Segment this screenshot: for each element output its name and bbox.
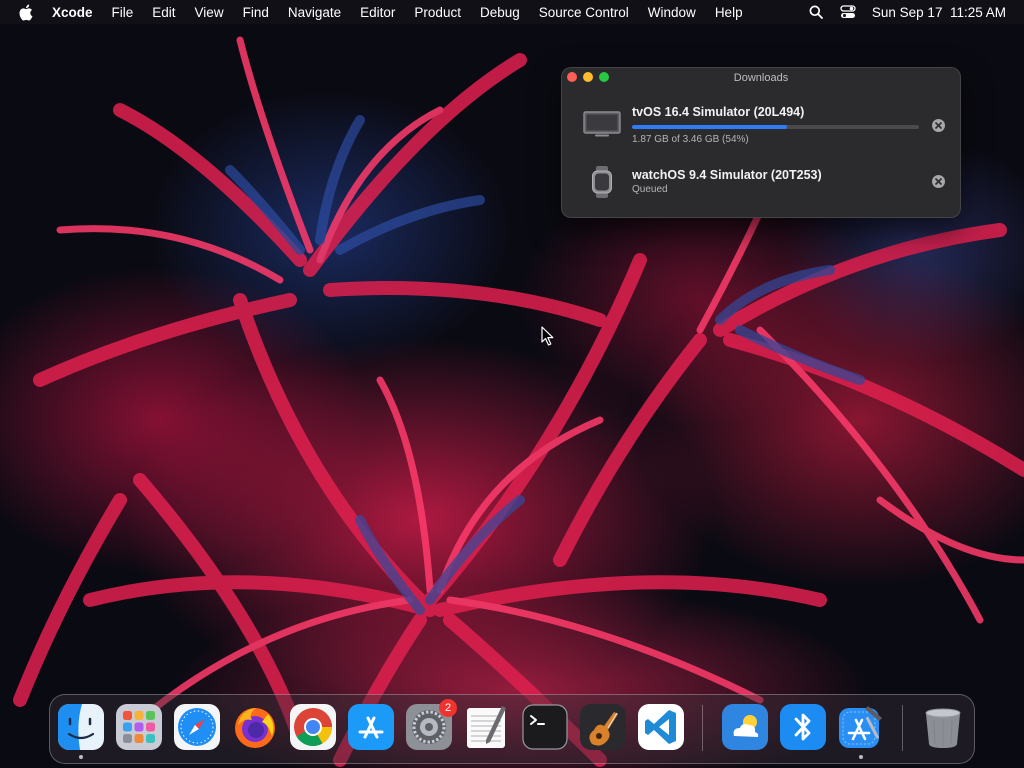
menu-find[interactable]: Find (243, 5, 269, 20)
dock-launchpad[interactable] (116, 704, 162, 750)
download-name: watchOS 9.4 Simulator (20T253) (632, 168, 822, 182)
dock-vscode[interactable] (638, 704, 684, 750)
zoom-window-button[interactable] (599, 72, 609, 82)
menu-debug[interactable]: Debug (480, 5, 520, 20)
window-titlebar[interactable]: Downloads (562, 68, 960, 86)
menu-editor[interactable]: Editor (360, 5, 395, 20)
menu-bar: Xcode File Edit View Find Navigate Edito… (0, 0, 1024, 24)
dock-finder[interactable] (58, 704, 104, 759)
trash-icon (925, 708, 961, 748)
launchpad-icon (116, 704, 162, 750)
apple-logo-icon[interactable] (18, 3, 36, 21)
download-item: tvOS 16.4 Simulator (20L494) 1.87 GB of … (562, 104, 960, 150)
running-indicator (859, 755, 863, 759)
download-name: tvOS 16.4 Simulator (20L494) (632, 105, 805, 119)
tv-icon (583, 111, 621, 144)
menubar-clock[interactable]: Sun Sep 17 11:25 AM (872, 5, 1006, 20)
textedit-icon (467, 706, 506, 748)
dock-chrome[interactable] (290, 704, 336, 750)
menu-view[interactable]: View (195, 5, 224, 20)
window-title: Downloads (733, 71, 789, 84)
menu-file[interactable]: File (112, 5, 134, 20)
dock-app-store[interactable] (348, 704, 394, 750)
dock-separator (902, 705, 903, 751)
dock: 2 (49, 694, 975, 764)
download-item: watchOS 9.4 Simulator (20T253) Queued (562, 166, 960, 202)
mouse-cursor-icon (541, 326, 554, 346)
menu-navigate[interactable]: Navigate (288, 5, 341, 20)
bluetooth-icon (780, 704, 826, 750)
chrome-icon (290, 704, 336, 750)
stop-download-button[interactable] (932, 119, 945, 132)
running-indicator (79, 755, 83, 759)
dock-xcode[interactable] (838, 704, 884, 759)
firefox-icon (235, 708, 275, 748)
dock-textedit[interactable] (464, 704, 510, 750)
dock-system-settings[interactable]: 2 (406, 699, 457, 750)
menu-window[interactable]: Window (648, 5, 696, 20)
dock-firefox[interactable] (232, 704, 278, 750)
download-progress-bar (632, 125, 919, 129)
dock-trash[interactable] (920, 704, 966, 750)
dock-separator (702, 705, 703, 751)
app-store-icon (348, 704, 394, 750)
download-status: 1.87 GB of 3.46 GB (54%) (632, 134, 749, 145)
dock-bluetooth-file-exchange[interactable] (780, 704, 826, 750)
minimize-window-button[interactable] (583, 72, 593, 82)
dock-garageband[interactable] (580, 704, 626, 750)
finder-icon (58, 704, 104, 750)
vscode-icon (638, 704, 684, 750)
dock-safari[interactable] (174, 704, 220, 750)
download-status: Queued (632, 184, 668, 195)
menu-edit[interactable]: Edit (152, 5, 175, 20)
weather-icon (722, 704, 768, 750)
dock-terminal[interactable] (522, 704, 568, 750)
menu-source-control[interactable]: Source Control (539, 5, 629, 20)
garageband-icon (580, 704, 626, 750)
close-window-button[interactable] (567, 72, 577, 82)
dock-weather[interactable] (722, 704, 768, 750)
download-progress-fill (632, 125, 787, 129)
stop-download-button[interactable] (932, 175, 945, 188)
safari-icon (174, 704, 220, 750)
notification-badge: 2 (439, 699, 457, 717)
menu-app-name[interactable]: Xcode (52, 5, 93, 20)
control-center-icon[interactable] (840, 4, 856, 20)
search-icon[interactable] (808, 4, 824, 20)
menu-product[interactable]: Product (414, 5, 461, 20)
terminal-icon (522, 704, 568, 750)
downloads-window: Downloads tvOS 16.4 Simulator (20L494) 1… (561, 67, 961, 218)
xcode-icon (839, 706, 882, 748)
menubar-status-area: Sun Sep 17 11:25 AM (808, 0, 1006, 24)
menu-help[interactable]: Help (715, 5, 743, 20)
traffic-lights (567, 72, 609, 82)
watch-icon (591, 166, 613, 203)
